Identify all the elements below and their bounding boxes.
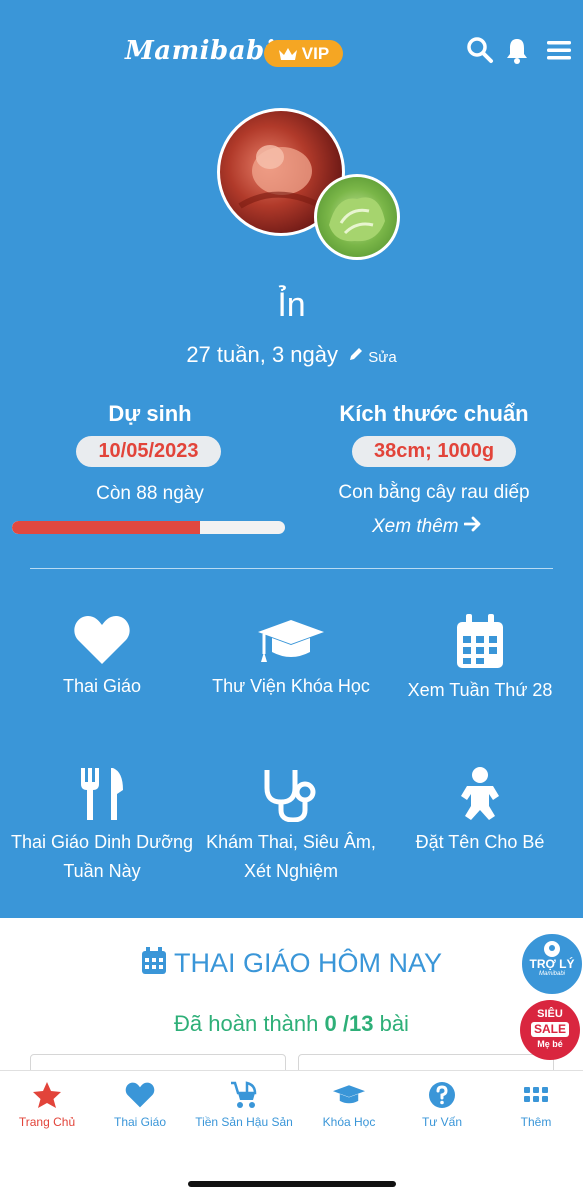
- done-count: 0 /13: [324, 1011, 374, 1036]
- baby-icon: [461, 767, 499, 820]
- tab-more[interactable]: Thêm: [486, 1071, 583, 1151]
- brand-logo[interactable]: Mamibabi: [125, 36, 275, 66]
- see-more-label: Xem thêm: [372, 516, 459, 537]
- size-comparison: Con bằng cây rau diếp: [338, 482, 530, 503]
- heart-icon: [74, 616, 130, 664]
- sale-line3: Mẹ bé: [537, 1039, 563, 1049]
- due-title: Dự sinh: [108, 401, 192, 426]
- assistant-icon: [544, 941, 560, 957]
- tab-label: Tiền Sản Hậu Sản: [195, 1115, 293, 1129]
- vip-badge[interactable]: VIP: [264, 40, 343, 67]
- feature-week-28[interactable]: Xem Tuần Thứ 28: [385, 614, 575, 705]
- graduation-cap-icon: [332, 1085, 366, 1104]
- today-title: THAI GIÁO HÔM NAY: [173, 948, 443, 978]
- tab-label: Trang Chủ: [18, 1115, 76, 1129]
- size-badge: 38cm; 1000g: [352, 436, 516, 467]
- feature-label: Xem Tuần Thứ 28: [407, 680, 553, 700]
- see-more-link[interactable]: Xem thêm: [372, 516, 482, 538]
- tab-label: Khóa Học: [322, 1115, 376, 1129]
- done-prefix: Đã hoàn thành: [174, 1011, 319, 1036]
- days-remaining: Còn 88 ngày: [96, 483, 204, 504]
- feature-course-library[interactable]: Thư Viện Khóa Học: [196, 614, 386, 701]
- lettuce-image: [314, 174, 400, 260]
- heart-icon: [125, 1082, 155, 1108]
- arrow-right-icon: [463, 516, 481, 532]
- tab-label: Tư Vấn: [421, 1115, 463, 1129]
- search-icon[interactable]: [466, 36, 494, 64]
- completion-status: Đã hoàn thành 0 /13 bài: [0, 1011, 583, 1037]
- feature-thai-giao[interactable]: Thai Giáo: [7, 614, 197, 701]
- progress-fill: [12, 521, 201, 534]
- gestational-age: 27 tuần, 3 ngày Sửa: [0, 342, 583, 368]
- baby-name: Ỉn: [277, 286, 306, 324]
- star-icon: [33, 1082, 61, 1108]
- feature-label: Thai Giáo: [62, 676, 142, 696]
- today-heading: THAI GIÁO HÔM NAY: [0, 947, 583, 979]
- assistant-label: TRỢ LÝ: [529, 957, 575, 971]
- done-suffix: bài: [379, 1011, 409, 1036]
- calendar-icon: [457, 614, 503, 668]
- size-title: Kích thước chuẩn: [339, 401, 529, 426]
- tab-thai-giao[interactable]: Thai Giáo: [90, 1071, 190, 1151]
- menu-icon[interactable]: [545, 36, 573, 64]
- home-indicator: [188, 1181, 396, 1187]
- grid-icon: [524, 1087, 548, 1102]
- tab-consult[interactable]: Tư Vấn: [392, 1071, 492, 1151]
- vip-label: VIP: [301, 43, 330, 63]
- tab-label: Thêm: [520, 1115, 552, 1129]
- feature-label: Đặt Tên Cho Bé: [415, 832, 545, 852]
- assistant-brand: Mamibabi: [538, 971, 565, 977]
- feature-label: Thai Giáo Dinh Dưỡng Tuần Này: [11, 832, 193, 881]
- pencil-icon: [350, 348, 363, 360]
- super-sale-button[interactable]: SIÊU SALE Mẹ bé: [520, 1000, 580, 1060]
- stroller-icon: [231, 1081, 257, 1108]
- feature-baby-names[interactable]: Đặt Tên Cho Bé: [385, 766, 575, 857]
- bottom-tab-bar: Trang Chủ Thai Giáo Tiền Sản Hậu Sản Khó…: [0, 1070, 583, 1151]
- tab-home[interactable]: Trang Chủ: [0, 1071, 97, 1151]
- edit-button[interactable]: Sửa: [348, 348, 397, 366]
- tab-courses[interactable]: Khóa Học: [299, 1071, 399, 1151]
- feature-checkups[interactable]: Khám Thai, Siêu Âm, Xét Nghiệm: [196, 766, 386, 886]
- sale-line2: SALE: [530, 1022, 569, 1037]
- question-icon: [429, 1082, 455, 1108]
- crown-icon: [278, 47, 297, 60]
- tab-prenatal-postnatal[interactable]: Tiền Sản Hậu Sản: [194, 1071, 294, 1151]
- feature-label: Khám Thai, Siêu Âm, Xét Nghiệm: [206, 832, 376, 881]
- edit-label: Sửa: [368, 349, 397, 366]
- feature-nutrition[interactable]: Thai Giáo Dinh Dưỡng Tuần Này: [7, 766, 197, 886]
- pregnancy-progress-bar: [12, 521, 285, 534]
- gestational-age-text: 27 tuần, 3 ngày: [186, 342, 338, 367]
- bell-icon[interactable]: [503, 36, 531, 64]
- utensils-icon: [81, 768, 123, 820]
- graduation-cap-icon: [258, 620, 324, 662]
- sale-line1: SIÊU: [537, 1008, 563, 1020]
- assistant-button[interactable]: TRỢ LÝ Mamibabi: [520, 932, 583, 996]
- calendar-icon: [141, 947, 166, 974]
- tab-label: Thai Giáo: [113, 1115, 167, 1129]
- section-divider: [30, 568, 553, 569]
- stethoscope-icon: [264, 770, 316, 822]
- feature-label: Thư Viện Khóa Học: [212, 676, 370, 696]
- due-date-badge: 10/05/2023: [76, 436, 221, 467]
